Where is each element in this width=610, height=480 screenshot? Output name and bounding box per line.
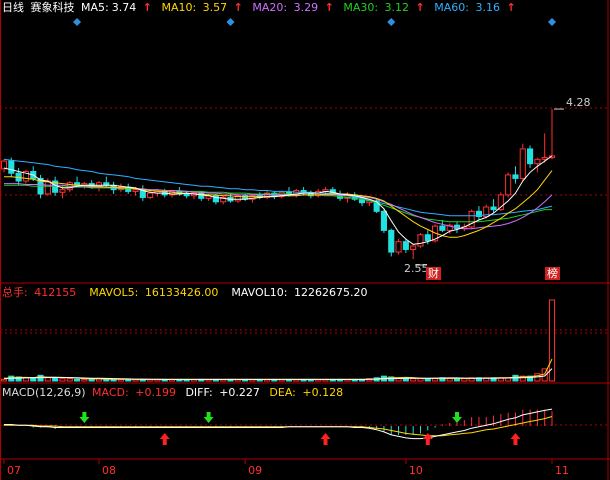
candle	[388, 229, 395, 253]
kline-terminal: { "header": { "period": "日线", "stock_nam…	[0, 0, 610, 480]
event-diamond-icon	[73, 18, 82, 26]
volume-bar	[37, 374, 44, 382]
x-tick-label: 09	[248, 464, 262, 477]
volume-bar	[88, 378, 95, 382]
sell-arrow-icon	[203, 412, 214, 423]
candle	[527, 148, 534, 165]
sell-arrow-icon	[79, 412, 90, 423]
event-diamond-icon	[387, 18, 396, 26]
candle	[424, 234, 431, 242]
buy-arrow-icon	[159, 433, 170, 445]
volume-bar	[81, 378, 88, 382]
candle	[505, 174, 512, 196]
event-diamond-icon	[226, 18, 235, 26]
buy-arrow-icon	[320, 433, 331, 445]
high-price-label: 4.28	[566, 96, 591, 109]
candle	[395, 241, 402, 253]
candle	[402, 241, 409, 250]
ma5-line	[3, 155, 553, 245]
candle	[0, 160, 8, 170]
x-tick-label: 10	[409, 464, 423, 477]
candle	[8, 160, 15, 174]
volume-bar	[446, 378, 453, 382]
volume-bar	[417, 378, 424, 382]
event-diamond-icon	[548, 18, 556, 26]
candle	[410, 245, 417, 250]
volume-bar	[461, 378, 468, 382]
candle	[132, 189, 139, 192]
volume-bar	[410, 378, 417, 382]
volume-bar	[44, 377, 51, 382]
mavol10-line	[3, 368, 553, 380]
mavol5-line	[3, 358, 553, 380]
candle	[380, 210, 388, 231]
volume-bar	[0, 378, 8, 382]
candle	[512, 174, 519, 179]
candle	[417, 234, 424, 247]
candle	[519, 148, 526, 179]
x-tick-label: 08	[102, 464, 116, 477]
kline-chart[interactable]: 07 08 09 10 11	[0, 0, 610, 480]
candle	[490, 206, 497, 211]
volume-bar	[52, 377, 59, 382]
sell-arrow-icon	[452, 412, 463, 423]
volume-bar	[59, 378, 66, 382]
candle	[541, 157, 548, 160]
candle	[59, 189, 66, 193]
buy-arrow-icon	[422, 433, 433, 445]
low-price-label: 2.55	[404, 262, 429, 275]
volume-bar	[424, 378, 431, 382]
candle	[439, 225, 446, 231]
candle	[183, 193, 190, 197]
x-tick-label: 07	[7, 464, 21, 477]
earnings-tag[interactable]: 财	[426, 267, 441, 280]
candle	[534, 158, 541, 165]
volume-bar	[453, 378, 461, 382]
volume-bar	[74, 378, 81, 382]
candle	[44, 180, 51, 195]
x-tick-label: 11	[555, 464, 569, 477]
volume-bar	[432, 378, 439, 382]
volume-bar	[66, 378, 73, 382]
dragon-tiger-tag[interactable]: 榜	[545, 267, 560, 280]
buy-arrow-icon	[510, 433, 521, 445]
candle	[147, 192, 154, 198]
